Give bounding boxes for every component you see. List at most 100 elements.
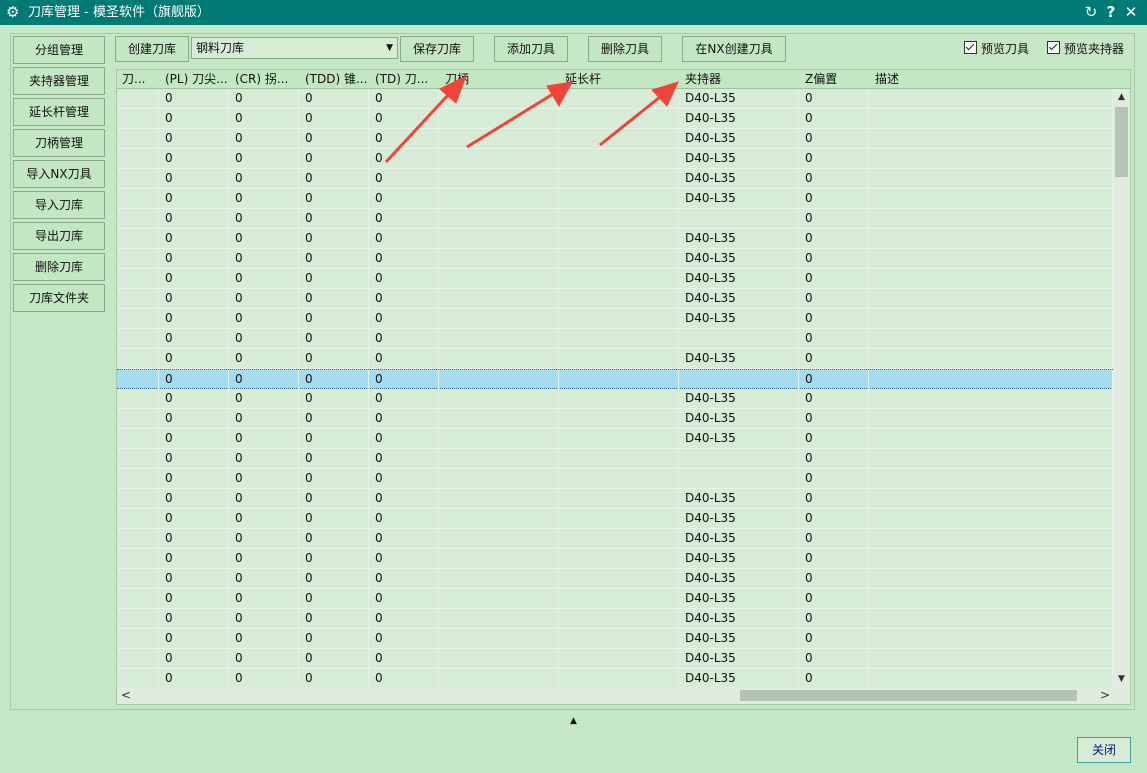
table-cell[interactable] — [559, 329, 679, 349]
table-cell[interactable]: D40-L35 — [679, 489, 799, 509]
table-cell[interactable] — [559, 149, 679, 169]
table-cell[interactable]: 0 — [229, 89, 299, 109]
table-cell[interactable]: 0 — [229, 429, 299, 449]
table-cell[interactable]: D40-L35 — [679, 429, 799, 449]
table-cell[interactable]: 0 — [299, 449, 369, 469]
table-cell[interactable] — [559, 489, 679, 509]
table-cell[interactable]: 0 — [799, 289, 869, 309]
table-cell[interactable]: 0 — [799, 189, 869, 209]
table-cell[interactable]: 0 — [799, 529, 869, 549]
table-cell[interactable] — [559, 589, 679, 609]
table-cell[interactable]: D40-L35 — [679, 649, 799, 669]
table-cell[interactable]: D40-L35 — [679, 529, 799, 549]
table-cell[interactable]: 0 — [159, 289, 229, 309]
table-cell[interactable]: 0 — [369, 509, 439, 529]
table-cell[interactable] — [439, 629, 559, 649]
table-row[interactable]: 0 0 0 0 D40-L35 0 — [117, 389, 1113, 409]
table-cell[interactable] — [117, 370, 159, 390]
table-cell[interactable] — [869, 89, 1113, 109]
add-tool-button[interactable]: 添加刀具 — [494, 36, 568, 62]
table-row[interactable]: 0 0 0 0 D40-L35 0 — [117, 189, 1113, 209]
table-cell[interactable]: D40-L35 — [679, 629, 799, 649]
table-cell[interactable] — [559, 429, 679, 449]
table-cell[interactable] — [439, 129, 559, 149]
table-cell[interactable] — [117, 349, 159, 369]
table-row[interactable]: 0 0 0 0 D40-L35 0 — [117, 169, 1113, 189]
table-row[interactable]: 0 0 0 0 D40-L35 0 — [117, 549, 1113, 569]
table-cell[interactable]: 0 — [369, 89, 439, 109]
table-cell[interactable] — [869, 189, 1113, 209]
table-cell[interactable] — [869, 229, 1113, 249]
table-cell[interactable] — [439, 409, 559, 429]
table-cell[interactable]: 0 — [229, 589, 299, 609]
table-cell[interactable] — [869, 449, 1113, 469]
table-cell[interactable]: 0 — [159, 669, 229, 686]
table-row[interactable]: 00000 — [117, 329, 1113, 349]
table-cell[interactable]: 0 — [159, 269, 229, 289]
table-cell[interactable] — [869, 349, 1113, 369]
table-cell[interactable] — [869, 629, 1113, 649]
table-cell[interactable] — [439, 389, 559, 409]
table-cell[interactable]: 0 — [159, 89, 229, 109]
table-cell[interactable]: D40-L35 — [679, 269, 799, 289]
table-cell[interactable]: 0 — [159, 229, 229, 249]
table-cell[interactable] — [117, 149, 159, 169]
table-cell[interactable] — [869, 149, 1113, 169]
table-cell[interactable] — [559, 409, 679, 429]
table-cell[interactable]: 0 — [159, 529, 229, 549]
table-cell[interactable]: 0 — [369, 349, 439, 369]
table-cell[interactable]: 0 — [229, 649, 299, 669]
table-cell[interactable]: 0 — [229, 489, 299, 509]
table-cell[interactable]: D40-L35 — [679, 309, 799, 329]
table-cell[interactable] — [559, 609, 679, 629]
table-cell[interactable] — [869, 589, 1113, 609]
table-cell[interactable]: 0 — [369, 129, 439, 149]
table-cell[interactable] — [117, 509, 159, 529]
table-row[interactable]: 00000 — [117, 469, 1113, 489]
table-row[interactable]: 0 0 0 0 D40-L35 0 — [117, 429, 1113, 449]
table-cell[interactable] — [869, 289, 1113, 309]
table-cell[interactable]: 0 — [369, 269, 439, 289]
table-cell[interactable] — [679, 370, 799, 390]
table-cell[interactable] — [869, 649, 1113, 669]
table-cell[interactable]: 0 — [299, 89, 369, 109]
column-header[interactable]: (TDD) 锥... — [305, 71, 367, 87]
table-cell[interactable] — [439, 289, 559, 309]
chevron-down-icon[interactable]: ▼ — [386, 38, 393, 58]
table-cell[interactable] — [559, 649, 679, 669]
table-cell[interactable] — [559, 129, 679, 149]
table-cell[interactable]: 0 — [159, 149, 229, 169]
table-cell[interactable] — [869, 609, 1113, 629]
import-nx-tool-button[interactable]: 导入NX刀具 — [13, 160, 105, 188]
table-cell[interactable] — [559, 389, 679, 409]
table-cell[interactable] — [439, 469, 559, 489]
table-cell[interactable] — [117, 469, 159, 489]
table-cell[interactable]: 0 — [299, 389, 369, 409]
table-cell[interactable] — [559, 209, 679, 229]
table-cell[interactable]: 0 — [369, 549, 439, 569]
holder-manage-button[interactable]: 夹持器管理 — [13, 67, 105, 95]
table-row[interactable]: 0 0 0 0 D40-L35 0 — [117, 589, 1113, 609]
import-library-button[interactable]: 导入刀库 — [13, 191, 105, 219]
table-row[interactable]: 0 0 0 0 D40-L35 0 — [117, 309, 1113, 329]
table-row[interactable]: 0 0 0 0 D40-L35 0 — [117, 289, 1113, 309]
table-cell[interactable]: 0 — [299, 549, 369, 569]
table-cell[interactable] — [559, 169, 679, 189]
table-cell[interactable]: 0 — [369, 389, 439, 409]
table-cell[interactable] — [559, 509, 679, 529]
scroll-up-icon[interactable]: ▲ — [1113, 89, 1130, 105]
group-manage-button[interactable]: 分组管理 — [13, 36, 105, 64]
table-cell[interactable]: 0 — [799, 489, 869, 509]
table-cell[interactable]: 0 — [229, 309, 299, 329]
table-cell[interactable] — [559, 370, 679, 390]
table-cell[interactable]: 0 — [229, 169, 299, 189]
table-cell[interactable] — [117, 389, 159, 409]
table-cell[interactable]: 0 — [299, 309, 369, 329]
table-cell[interactable]: D40-L35 — [679, 669, 799, 686]
table-cell[interactable]: 0 — [369, 189, 439, 209]
table-cell[interactable]: 0 — [299, 169, 369, 189]
table-cell[interactable]: 0 — [299, 569, 369, 589]
create-in-nx-button[interactable]: 在NX创建刀具 — [682, 36, 786, 62]
table-cell[interactable] — [439, 529, 559, 549]
table-cell[interactable]: 0 — [229, 409, 299, 429]
